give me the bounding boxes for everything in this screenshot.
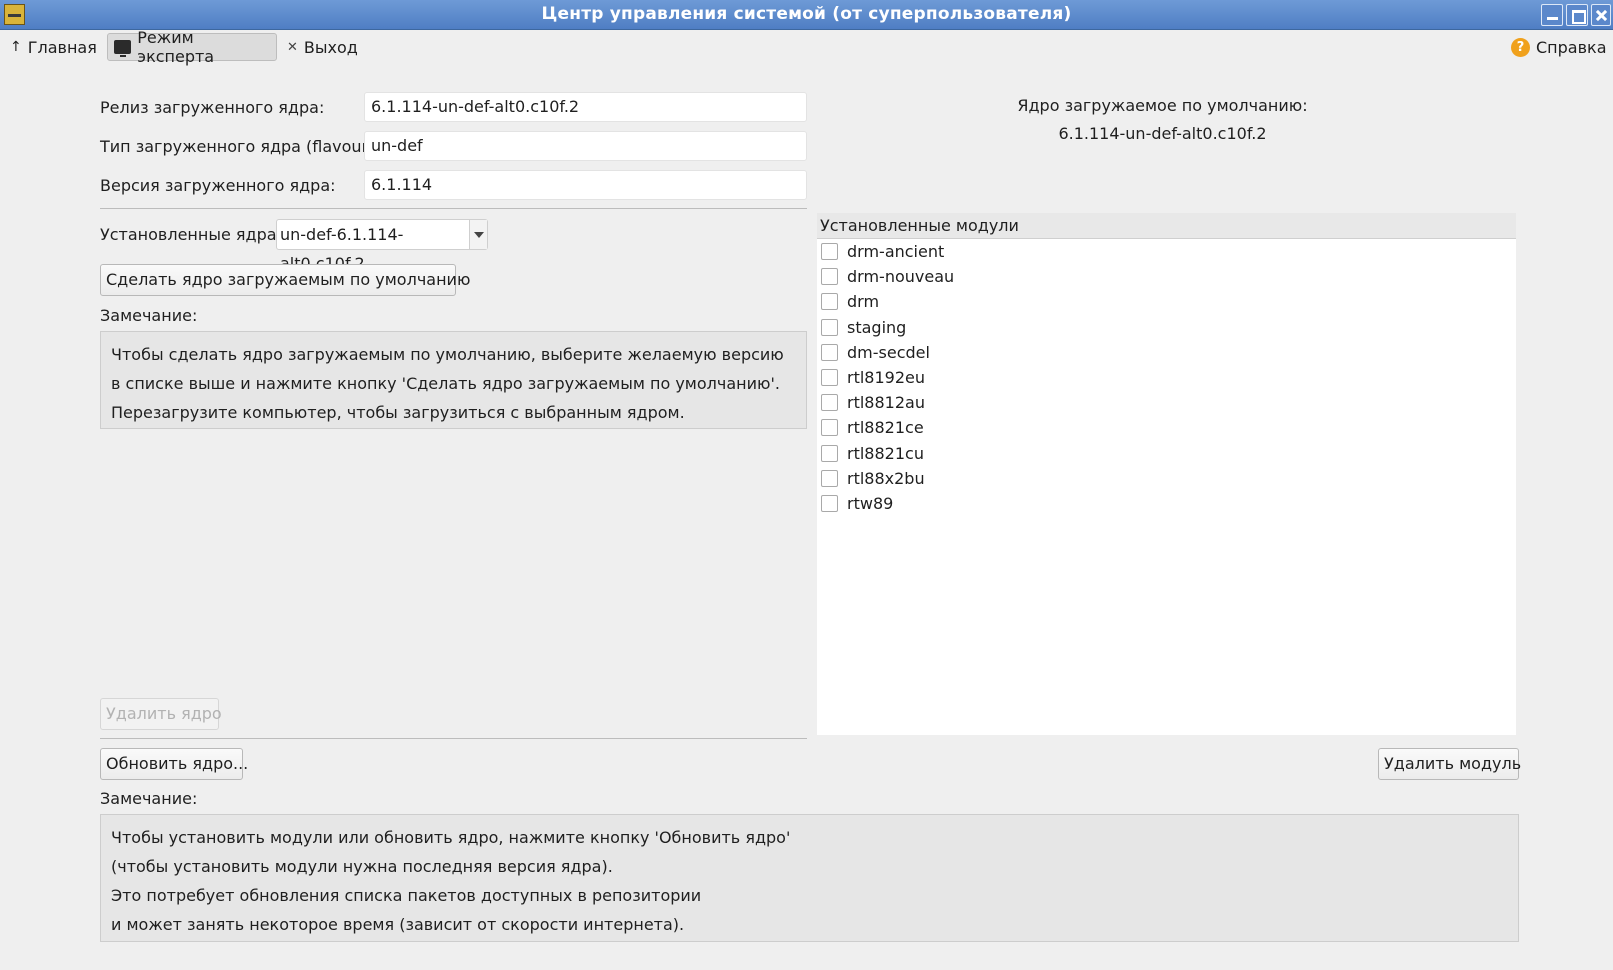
module-label: dm-secdel — [847, 342, 930, 362]
module-label: rtw89 — [847, 493, 894, 513]
release-label: Релиз загруженного ядра: — [100, 98, 325, 117]
module-label: staging — [847, 317, 907, 337]
minimize-button[interactable] — [1541, 4, 1563, 26]
module-label: rtl8821ce — [847, 418, 924, 438]
exit-label: Выход — [303, 37, 358, 57]
module-item[interactable]: dm-secdel — [817, 340, 1516, 365]
module-item[interactable]: rtl8821cu — [817, 441, 1516, 466]
module-item[interactable]: rtl8812au — [817, 390, 1516, 415]
module-checkbox[interactable] — [821, 369, 838, 387]
exit-button[interactable]: ✕ Выход — [281, 33, 364, 61]
expert-mode-toggle[interactable]: Режим эксперта — [107, 28, 277, 66]
modules-list: Установленные модули drm-ancient drm-nou… — [817, 213, 1516, 735]
toolbar: ↑ Главная Режим эксперта ✕ Выход ? Справ… — [0, 28, 1613, 66]
module-item[interactable]: rtl88x2bu — [817, 466, 1516, 491]
version-field[interactable]: 6.1.114 — [364, 170, 807, 200]
default-kernel-value: 6.1.114-un-def-alt0.c10f.2 — [1058, 124, 1267, 143]
release-field[interactable]: 6.1.114-un-def-alt0.c10f.2 — [364, 92, 807, 122]
window-titlebar: Центр управления системой (от суперпольз… — [0, 0, 1613, 30]
module-checkbox[interactable] — [821, 494, 838, 512]
window-title: Центр управления системой (от суперпольз… — [541, 4, 1072, 24]
module-checkbox[interactable] — [821, 318, 838, 336]
module-checkbox[interactable] — [821, 444, 838, 462]
help-icon: ? — [1511, 37, 1530, 57]
separator — [100, 738, 807, 739]
flavour-field[interactable]: un-def — [364, 131, 807, 161]
module-item[interactable]: rtl8821ce — [817, 415, 1516, 440]
note-line: Перезагрузите компьютер, чтобы загрузить… — [111, 403, 685, 422]
update-note: Чтобы установить модули или обновить ядр… — [100, 814, 1519, 942]
default-kernel-info: Ядро загружаемое по умолчанию: 6.1.114-u… — [975, 92, 1350, 148]
default-kernel-note: Чтобы сделать ядро загружаемым по умолча… — [100, 331, 807, 429]
module-label: rtl8812au — [847, 393, 925, 413]
module-item[interactable]: staging — [817, 315, 1516, 340]
remove-module-button[interactable]: Удалить модуль — [1378, 748, 1521, 780]
module-item[interactable]: drm-nouveau — [817, 264, 1516, 289]
module-checkbox[interactable] — [821, 419, 838, 437]
note-title: Замечание: — [100, 306, 198, 325]
home-button[interactable]: ↑ Главная — [4, 33, 103, 61]
help-button[interactable]: ? Справка — [1505, 33, 1613, 61]
modules-header: Установленные модули — [817, 213, 1516, 239]
separator — [100, 208, 807, 209]
module-item[interactable]: rtw89 — [817, 491, 1516, 516]
remove-kernel-button[interactable]: Удалить ядро — [100, 698, 222, 730]
module-label: drm-ancient — [847, 242, 945, 262]
module-label: rtl8821cu — [847, 443, 924, 463]
home-label: Главная — [27, 37, 97, 57]
module-label: rtl88x2bu — [847, 468, 925, 488]
module-checkbox[interactable] — [821, 394, 838, 412]
arrow-up-icon: ↑ — [10, 39, 22, 55]
default-kernel-label: Ядро загружаемое по умолчанию: — [1017, 96, 1308, 115]
update-note-title: Замечание: — [100, 789, 198, 808]
version-label: Версия загруженного ядра: — [100, 176, 336, 195]
close-window-button[interactable] — [1591, 4, 1611, 26]
flavour-label: Тип загруженного ядра (flavour): — [100, 137, 380, 156]
maximize-button[interactable] — [1566, 4, 1588, 26]
make-default-button[interactable]: Сделать ядро загружаемым по умолчанию — [100, 264, 470, 296]
chevron-down-icon[interactable] — [469, 220, 487, 249]
module-item[interactable]: drm — [817, 289, 1516, 314]
expert-mode-label: Режим эксперта — [137, 28, 215, 66]
module-checkbox[interactable] — [821, 343, 838, 361]
note-line: Это потребует обновления списка пакетов … — [111, 886, 702, 905]
monitor-icon — [114, 40, 132, 57]
installed-kernels-label: Установленные ядра: — [100, 225, 282, 244]
module-item[interactable]: rtl8192eu — [817, 365, 1516, 390]
note-line: Чтобы установить модули или обновить ядр… — [111, 828, 791, 847]
module-label: drm-nouveau — [847, 267, 955, 287]
module-checkbox[interactable] — [821, 293, 838, 311]
module-item[interactable]: drm-ancient — [817, 239, 1516, 264]
help-label: Справка — [1536, 37, 1607, 57]
module-checkbox[interactable] — [821, 243, 838, 261]
module-checkbox[interactable] — [821, 268, 838, 286]
installed-kernels-select[interactable]: un-def-6.1.114-alt0.c10f.2 — [276, 219, 488, 273]
note-line: и может занять некоторое время (зависит … — [111, 915, 685, 934]
note-line: в списке выше и нажмите кнопку 'Сделать … — [111, 374, 780, 393]
close-icon: ✕ — [287, 39, 298, 55]
module-checkbox[interactable] — [821, 469, 838, 487]
note-line: (чтобы установить модули нужна последняя… — [111, 857, 613, 876]
module-label: rtl8192eu — [847, 368, 925, 388]
note-line: Чтобы сделать ядро загружаемым по умолча… — [111, 345, 784, 364]
module-label: drm — [847, 292, 880, 312]
update-kernel-button[interactable]: Обновить ядро... — [100, 748, 248, 780]
